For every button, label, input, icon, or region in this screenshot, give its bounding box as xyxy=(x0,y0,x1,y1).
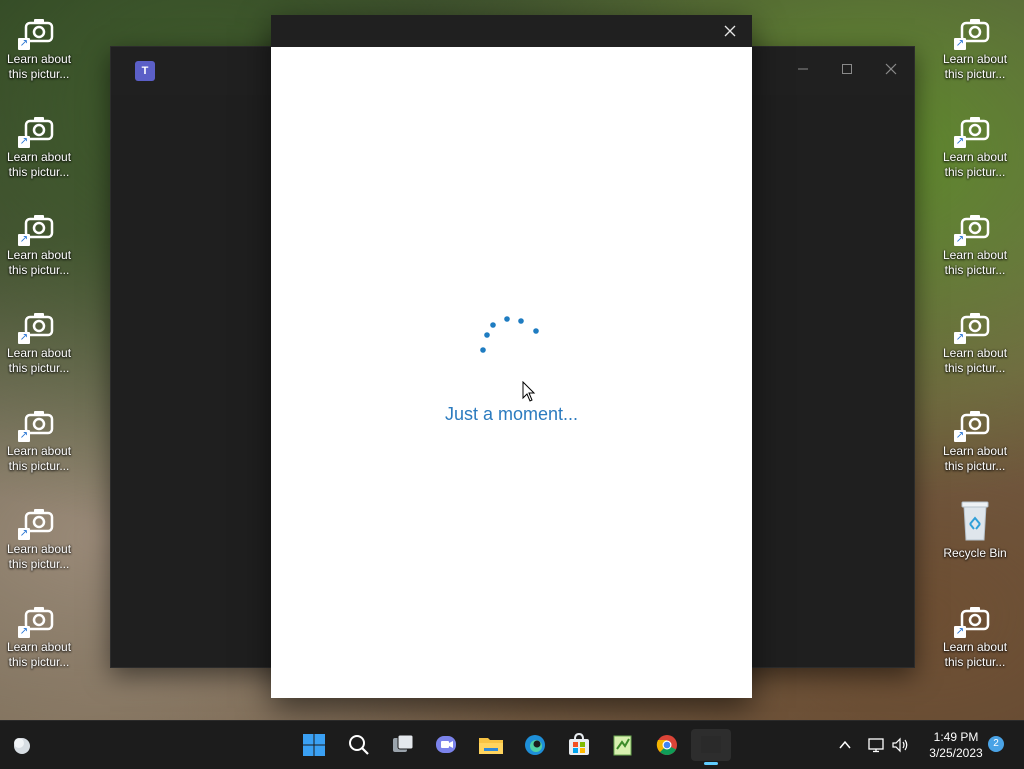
close-icon xyxy=(885,63,897,75)
volume-button[interactable] xyxy=(885,729,917,761)
camera-icon: ↗ xyxy=(954,14,992,50)
camera-icon: ↗ xyxy=(954,308,992,344)
desktop-shortcut[interactable]: ↗ Learn about this pictur... xyxy=(939,210,1011,278)
desktop-shortcut-label: Learn about this pictur... xyxy=(6,542,72,571)
desktop-shortcut[interactable]: ↗ Learn about this pictur... xyxy=(3,14,75,82)
desktop-shortcut-label: Learn about this pictur... xyxy=(6,52,72,81)
search-button[interactable] xyxy=(343,729,375,761)
recycle-bin[interactable]: Recycle Bin xyxy=(939,500,1011,561)
widgets-icon xyxy=(14,738,30,754)
desktop-shortcut-label: Learn about this pictur... xyxy=(942,248,1008,277)
active-indicator xyxy=(704,762,718,765)
teams-chat-button[interactable] xyxy=(431,729,463,761)
search-icon xyxy=(349,735,369,755)
camera-icon: ↗ xyxy=(18,308,56,344)
maximize-button[interactable] xyxy=(835,59,859,83)
teams-logo-icon: T xyxy=(135,61,155,81)
clock-time: 1:49 PM xyxy=(933,730,979,744)
close-icon xyxy=(724,25,736,37)
desktop-shortcut-label: Learn about this pictur... xyxy=(6,248,72,277)
mouse-cursor-icon xyxy=(522,381,536,402)
recycle-bin-label: Recycle Bin xyxy=(943,546,1007,560)
desktop-shortcut-label: Learn about this pictur... xyxy=(6,640,72,669)
desktop-shortcut[interactable]: ↗ Learn about this pictur... xyxy=(3,112,75,180)
edge-icon xyxy=(525,735,545,755)
widgets-button[interactable] xyxy=(6,729,38,761)
camera-icon: ↗ xyxy=(18,14,56,50)
start-button[interactable] xyxy=(298,729,330,761)
desktop-shortcut[interactable]: ↗ Learn about this pictur... xyxy=(939,14,1011,82)
notepad-plus-icon xyxy=(613,735,632,756)
camera-icon: ↗ xyxy=(954,406,992,442)
chrome-button[interactable] xyxy=(651,729,683,761)
desktop-shortcut-label: Learn about this pictur... xyxy=(6,444,72,473)
close-button[interactable] xyxy=(879,59,903,83)
taskbar: 1:49 PM 3/25/2023 xyxy=(0,720,1024,769)
chrome-icon xyxy=(656,735,677,755)
show-hidden-icons-button[interactable] xyxy=(829,729,861,761)
desktop-shortcut[interactable]: ↗ Learn about this pictur... xyxy=(3,602,75,670)
desktop-shortcut[interactable]: ↗ Learn about this pictur... xyxy=(3,504,75,572)
desktop-shortcut[interactable]: ↗ Learn about this pictur... xyxy=(939,308,1011,376)
desktop-shortcut[interactable]: ↗ Learn about this pictur... xyxy=(3,308,75,376)
start-icon xyxy=(303,734,325,756)
desktop-shortcut-label: Learn about this pictur... xyxy=(942,640,1008,669)
desktop-shortcut[interactable]: ↗ Learn about this pictur... xyxy=(939,602,1011,670)
desktop-shortcut-label: Learn about this pictur... xyxy=(942,444,1008,473)
clock[interactable]: 1:49 PM 3/25/2023 xyxy=(916,729,996,761)
desktop-shortcut[interactable]: ↗ Learn about this pictur... xyxy=(939,112,1011,180)
minimize-button[interactable] xyxy=(791,59,815,83)
desktop-shortcut[interactable]: ↗ Learn about this pictur... xyxy=(939,406,1011,474)
loading-message: Just a moment... xyxy=(444,404,579,424)
store-icon xyxy=(569,733,589,755)
desktop-shortcut[interactable]: ↗ Learn about this pictur... xyxy=(3,210,75,278)
dialog-close-button[interactable] xyxy=(718,19,742,43)
camera-icon: ↗ xyxy=(18,504,56,540)
desktop-shortcut-label: Learn about this pictur... xyxy=(6,346,72,375)
desktop-shortcut-label: Learn about this pictur... xyxy=(6,150,72,179)
dialog-titlebar[interactable] xyxy=(271,15,752,47)
clock-date: 3/25/2023 xyxy=(929,746,983,760)
camera-icon: ↗ xyxy=(954,602,992,638)
store-button[interactable] xyxy=(563,729,595,761)
desktop-shortcut-label: Learn about this pictur... xyxy=(942,346,1008,375)
active-window-icon xyxy=(701,736,721,753)
chevron-up-icon xyxy=(839,740,851,749)
notification-badge[interactable]: 2 xyxy=(988,736,1004,752)
volume-icon xyxy=(892,737,908,753)
desktop-shortcut-label: Learn about this pictur... xyxy=(942,52,1008,81)
camera-icon: ↗ xyxy=(18,210,56,246)
camera-icon: ↗ xyxy=(18,602,56,638)
task-view-icon xyxy=(393,734,414,752)
active-window-button[interactable] xyxy=(691,729,731,765)
teams-chat-icon xyxy=(436,736,456,753)
camera-icon: ↗ xyxy=(18,112,56,148)
network-icon xyxy=(868,738,884,753)
sign-in-dialog[interactable]: Just a moment... xyxy=(271,15,752,698)
desktop-shortcut-label: Learn about this pictur... xyxy=(942,150,1008,179)
notepad-plus-button[interactable] xyxy=(607,729,639,761)
camera-icon: ↗ xyxy=(954,210,992,246)
minimize-icon xyxy=(798,68,808,70)
file-explorer-icon xyxy=(479,738,503,754)
file-explorer-button[interactable] xyxy=(475,729,507,761)
task-view-button[interactable] xyxy=(387,729,419,761)
camera-icon: ↗ xyxy=(954,112,992,148)
edge-button[interactable] xyxy=(519,729,551,761)
loading-spinner-icon xyxy=(480,316,539,353)
maximize-icon xyxy=(842,64,852,74)
camera-icon: ↗ xyxy=(18,406,56,442)
recycle-bin-icon xyxy=(958,500,992,542)
desktop-shortcut[interactable]: ↗ Learn about this pictur... xyxy=(3,406,75,474)
